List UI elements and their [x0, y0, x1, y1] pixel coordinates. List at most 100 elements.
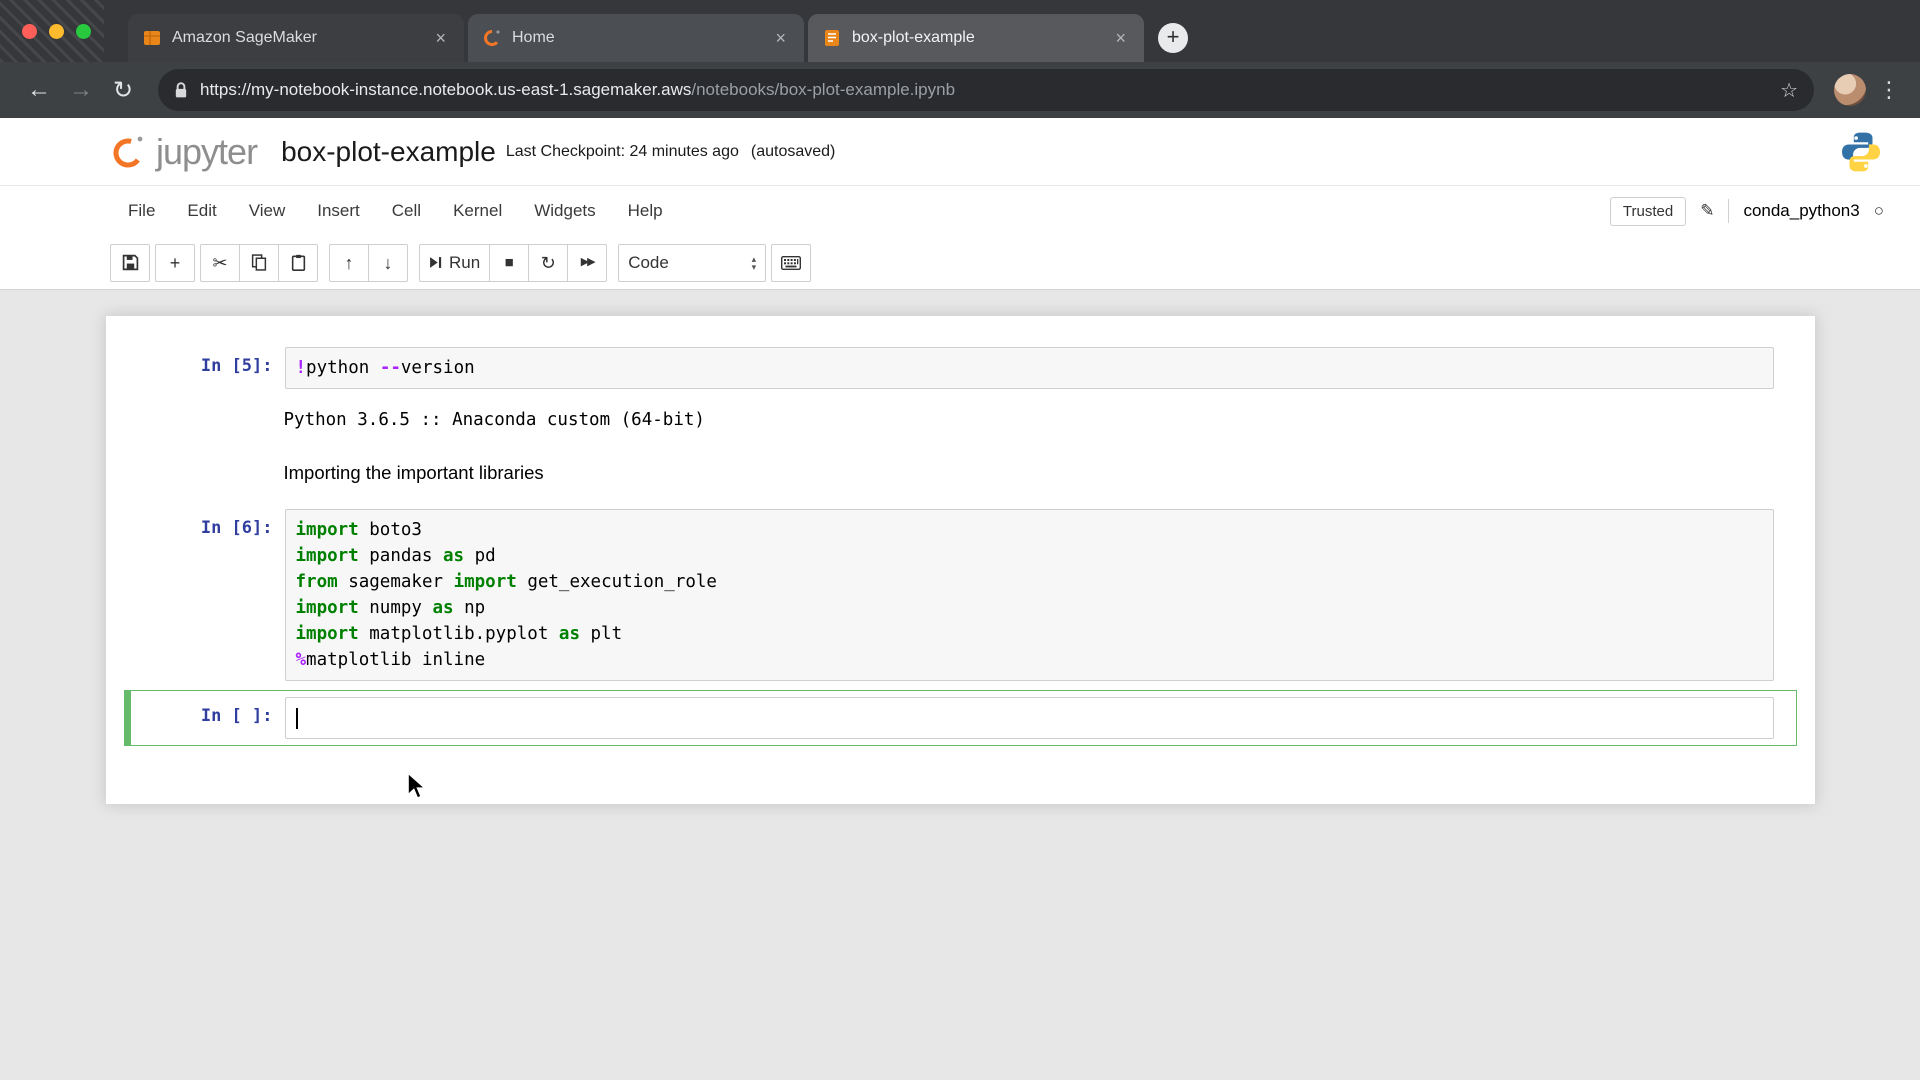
notebook-scroll-area[interactable]: In [5]: !python --version Python 3.6.5 :…	[0, 290, 1920, 1080]
tab-box-plot-example[interactable]: box-plot-example ×	[808, 14, 1144, 62]
kernel-idle-icon: ○	[1873, 201, 1884, 220]
menu-insert[interactable]: Insert	[301, 193, 376, 229]
restart-icon: ↻	[540, 252, 556, 273]
cut-icon: ✂	[212, 252, 228, 273]
interrupt-kernel-button[interactable]: ■	[489, 243, 530, 282]
code-input[interactable]: !python --version	[284, 347, 1774, 389]
output-prompt	[134, 402, 284, 432]
code-line: import boto3	[296, 517, 1763, 543]
bookmark-star-icon[interactable]: ☆	[1780, 78, 1798, 103]
kernel-name: conda_python3	[1743, 201, 1860, 220]
cell-type-select[interactable]: Code ▴ ▾	[618, 243, 767, 282]
back-icon[interactable]: ←	[18, 76, 60, 104]
code-cell-empty-selected[interactable]: In [ ]:	[123, 690, 1797, 746]
menubar-right: Trusted ✎ conda_python3 ○	[1609, 196, 1884, 226]
pencil-icon[interactable]: ✎	[1700, 201, 1714, 221]
run-button[interactable]: Run	[419, 243, 491, 282]
move-down-icon: ↓	[383, 252, 393, 273]
menu-file[interactable]: File	[112, 193, 171, 229]
code-token: import	[295, 520, 359, 540]
browser-navbar: ← → ↻ https://my-notebook-instance.noteb…	[0, 62, 1920, 118]
input-prompt: In [ ]:	[200, 706, 273, 726]
menu-widgets[interactable]: Widgets	[518, 193, 611, 229]
code-token: import	[295, 624, 359, 644]
jupyter-icon	[484, 30, 500, 46]
python-icon	[1842, 132, 1880, 171]
save-icon	[122, 254, 138, 271]
menu-help[interactable]: Help	[612, 193, 679, 229]
code-token: matplotlib.pyplot	[358, 624, 559, 644]
zoom-window-button[interactable]	[76, 24, 91, 39]
menu-view[interactable]: View	[233, 193, 302, 229]
paste-cell-button[interactable]	[278, 243, 318, 282]
minimize-window-button[interactable]	[49, 24, 64, 39]
forward-icon[interactable]: →	[60, 76, 102, 104]
code-cell-imports[interactable]: In [6]: import boto3 import pandas as pd…	[124, 502, 1797, 688]
notebook-container: In [5]: !python --version Python 3.6.5 :…	[105, 316, 1815, 804]
url-text: https://my-notebook-instance.notebook.us…	[200, 80, 955, 100]
divider	[1728, 199, 1730, 223]
code-token: as	[432, 598, 454, 618]
reload-icon[interactable]: ↻	[102, 76, 144, 105]
code-line: from sagemaker import get_execution_role	[296, 569, 1763, 595]
tab-close-icon[interactable]: ×	[771, 28, 790, 49]
menu-cell[interactable]: Cell	[376, 193, 437, 229]
lock-icon	[174, 81, 188, 99]
tabs: Amazon SageMaker × Home × box-plot-examp…	[128, 14, 1148, 62]
move-up-icon: ↑	[344, 252, 354, 273]
tab-close-icon[interactable]: ×	[1111, 28, 1130, 49]
jupyter-toolbar: + ✂ ↑ ↓ Run ■ ↻ ▶▶ Code ▴ ▾	[0, 236, 1920, 290]
input-prompt: In [6]:	[200, 518, 273, 538]
restart-kernel-button[interactable]: ↻	[528, 243, 569, 282]
jupyter-logo[interactable]: jupyter	[108, 130, 258, 173]
tab-amazon-sagemaker[interactable]: Amazon SageMaker ×	[128, 14, 464, 62]
code-token: import	[453, 572, 517, 592]
notebook-title[interactable]: box-plot-example	[281, 136, 496, 168]
new-tab-button[interactable]: +	[1158, 23, 1188, 53]
code-token: pd	[464, 546, 496, 566]
code-line: import matplotlib.pyplot as plt	[296, 621, 1763, 647]
paste-icon	[291, 254, 305, 271]
trusted-button[interactable]: Trusted	[1609, 196, 1687, 226]
jupyter-header: jupyter box-plot-example Last Checkpoint…	[0, 118, 1920, 186]
add-cell-button[interactable]: +	[155, 243, 195, 282]
code-line: %matplotlib inline	[296, 647, 1763, 673]
command-palette-button[interactable]	[771, 243, 812, 282]
tab-title: Home	[512, 29, 555, 46]
code-token: as	[443, 546, 465, 566]
keyboard-icon	[781, 255, 802, 270]
input-prompt: In [5]:	[200, 356, 273, 376]
menu-edit[interactable]: Edit	[171, 193, 232, 229]
copy-cell-button[interactable]	[239, 243, 279, 282]
code-token: import	[295, 598, 359, 618]
fast-forward-icon: ▶▶	[580, 256, 596, 268]
code-line: !python --version	[296, 355, 1763, 381]
cut-cell-button[interactable]: ✂	[200, 243, 240, 282]
jupyter-menubar: File Edit View Insert Cell Kernel Widget…	[0, 186, 1920, 236]
move-cell-down-button[interactable]: ↓	[368, 243, 408, 282]
add-cell-icon: +	[169, 252, 181, 273]
close-window-button[interactable]	[22, 24, 37, 39]
save-button[interactable]	[110, 243, 150, 282]
restart-run-all-button[interactable]: ▶▶	[567, 243, 608, 282]
url-path: /notebooks/box-plot-example.ipynb	[691, 80, 956, 99]
address-bar[interactable]: https://my-notebook-instance.notebook.us…	[158, 69, 1814, 111]
run-label: Run	[449, 252, 481, 272]
code-input[interactable]	[284, 697, 1774, 739]
jupyter-wordmark: jupyter	[156, 130, 258, 172]
notebook-icon	[825, 30, 839, 46]
code-token: as	[558, 624, 580, 644]
menu-kernel[interactable]: Kernel	[437, 193, 518, 229]
url-main: https://my-notebook-instance.notebook.us…	[200, 80, 692, 99]
code-input[interactable]: import boto3 import pandas as pd from sa…	[284, 509, 1774, 681]
avatar[interactable]	[1834, 74, 1866, 106]
tab-close-icon[interactable]: ×	[431, 28, 450, 49]
move-cell-up-button[interactable]: ↑	[329, 243, 369, 282]
tab-home[interactable]: Home ×	[468, 14, 804, 62]
browser-menu-icon[interactable]: ⋮	[1876, 77, 1902, 103]
code-cell-python-version[interactable]: In [5]: !python --version	[124, 340, 1797, 396]
select-arrows-icon: ▴ ▾	[751, 253, 757, 272]
tab-strip: Amazon SageMaker × Home × box-plot-examp…	[0, 0, 1920, 62]
markdown-cell[interactable]: Importing the important libraries	[124, 448, 1797, 500]
code-line	[295, 705, 1763, 731]
